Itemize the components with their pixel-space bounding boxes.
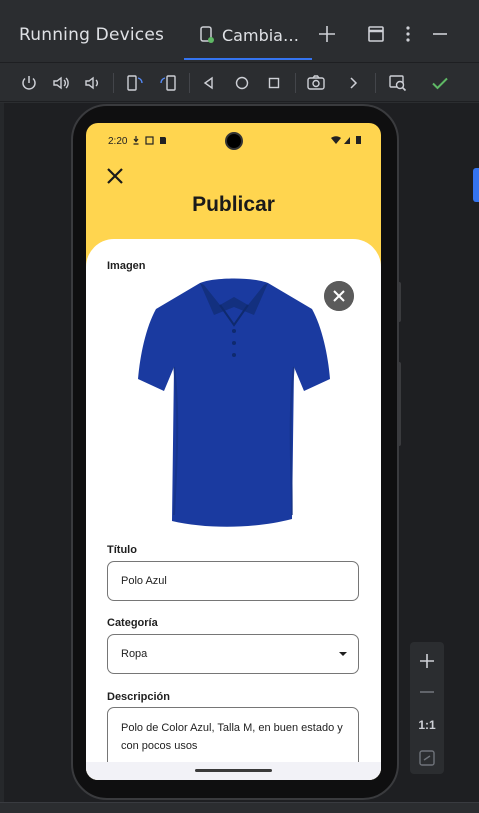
wifi-battery-icon <box>331 136 361 144</box>
zoom-in-icon[interactable] <box>415 649 439 673</box>
category-dropdown[interactable]: Ropa <box>107 634 359 674</box>
zoom-actual-size-button[interactable]: 1:1 <box>413 718 441 732</box>
more-options-icon[interactable] <box>396 22 420 46</box>
status-bar <box>0 802 479 813</box>
add-tab-icon[interactable] <box>315 22 339 46</box>
zoom-controls: 1:1 <box>410 642 444 774</box>
remove-image-icon[interactable] <box>324 281 354 311</box>
volume-up-icon[interactable] <box>50 72 72 94</box>
description-value: Polo de Color Azul, Talla M, en buen est… <box>121 722 343 752</box>
title-field[interactable]: Polo Azul <box>107 561 359 601</box>
right-panel-indicator[interactable] <box>473 168 479 202</box>
toolbar-separator <box>295 73 296 93</box>
toolbar-separator <box>189 73 190 93</box>
device-screen[interactable]: 2:20 Publicar Imagen Título Polo Azul Ca… <box>86 123 381 780</box>
dropdown-arrow-icon <box>339 652 347 656</box>
overview-icon[interactable] <box>263 72 285 94</box>
category-value: Ropa <box>121 648 148 660</box>
device-icon <box>200 26 214 43</box>
title-value: Polo Azul <box>121 575 167 587</box>
toolbar-separator <box>113 73 114 93</box>
power-rocker <box>397 362 401 446</box>
page-title: Publicar <box>192 193 275 216</box>
tab-device[interactable]: Cambia… <box>184 14 312 60</box>
left-gutter <box>0 103 4 802</box>
back-icon[interactable] <box>198 72 220 94</box>
zoom-out-icon[interactable] <box>415 680 439 704</box>
title-label: Título <box>107 544 137 556</box>
power-icon[interactable] <box>18 72 40 94</box>
volume-down-icon[interactable] <box>81 72 103 94</box>
rotate-left-icon[interactable] <box>124 72 146 94</box>
gesture-nav-bar <box>86 762 381 780</box>
panel-title: Running Devices <box>19 25 165 45</box>
close-icon[interactable] <box>104 165 126 187</box>
status-time: 2:20 <box>108 136 128 147</box>
gesture-handle[interactable] <box>195 769 272 772</box>
volume-rocker <box>397 282 401 322</box>
mirror-zoom-icon[interactable] <box>387 72 409 94</box>
image-label: Imagen <box>107 260 146 272</box>
window-layout-icon[interactable] <box>364 22 388 46</box>
title-bar: Running Devices Cambia… <box>0 0 479 62</box>
minimize-icon[interactable] <box>428 22 452 46</box>
category-label: Categoría <box>107 617 158 629</box>
screenshot-icon[interactable] <box>305 72 327 94</box>
toolbar-separator <box>375 73 376 93</box>
rotate-right-icon[interactable] <box>157 72 179 94</box>
front-camera <box>225 132 243 150</box>
notification-icons <box>133 136 166 145</box>
product-image[interactable] <box>134 275 334 531</box>
home-icon[interactable] <box>231 72 253 94</box>
more-chevron-icon[interactable] <box>342 72 364 94</box>
zoom-fit-icon[interactable] <box>415 746 439 770</box>
description-label: Descripción <box>107 691 170 703</box>
device-toolbar <box>0 62 479 102</box>
check-icon[interactable] <box>429 72 451 94</box>
tab-label: Cambia… <box>222 26 299 45</box>
